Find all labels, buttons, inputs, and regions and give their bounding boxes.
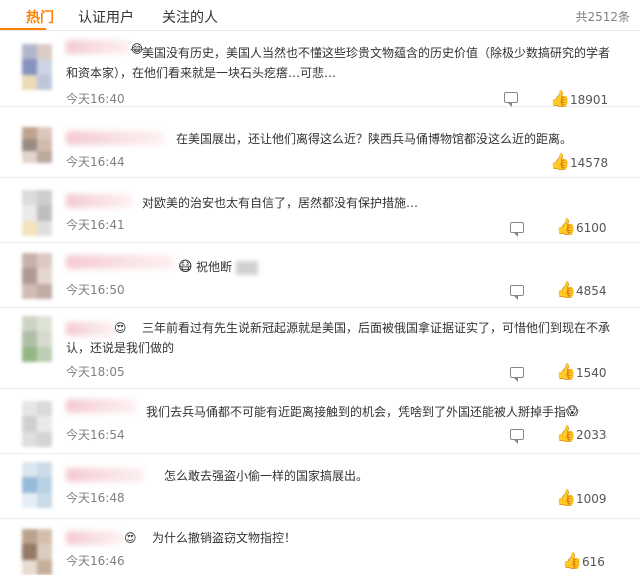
comment-time: 今天16:50 (66, 283, 125, 297)
emoji-icon: 😷 (178, 259, 193, 275)
avatar[interactable] (22, 127, 52, 163)
comment-tabs: 热门 认证用户 关注的人 共2512条 (0, 0, 640, 31)
comment-text: 对欧美的治安也太有自信了，居然都没有保护措施… (142, 196, 419, 210)
thumbs-up-icon[interactable]: 👍 (550, 91, 570, 107)
like-count: 1009 (576, 492, 607, 506)
username-redacted[interactable] (66, 194, 132, 208)
like-count: 14578 (570, 156, 609, 170)
comment-time: 今天16:41 (66, 218, 125, 232)
thumbs-up-icon[interactable]: 👍 (556, 282, 576, 298)
comment-text: 我们去兵马俑都不可能有近距离接触到的机会，凭啥到了外国还能被人掰掉手指 (146, 405, 567, 419)
avatar[interactable] (22, 253, 52, 299)
comment-item: 我们去兵马俑都不可能有近距离接触到的机会，凭啥到了外国还能被人掰掉手指 😱 今天… (0, 389, 640, 454)
redacted-text (236, 261, 258, 275)
tab-verified-users[interactable]: 认证用户 (78, 7, 134, 27)
like-count: 616 (582, 555, 605, 569)
thumbs-up-icon[interactable]: 👍 (562, 553, 582, 569)
comment-icon[interactable] (510, 222, 524, 237)
username-redacted[interactable] (66, 131, 164, 145)
comment-time: 今天16:44 (66, 155, 125, 169)
like-count: 18901 (570, 93, 609, 107)
comment-item: 怎么敢去强盗小偷一样的国家搞展出。 今天16:48 👍 1009 (0, 454, 640, 519)
comment-time: 今天16:40 (66, 92, 125, 106)
comment-time: 今天18:05 (66, 365, 125, 379)
avatar[interactable] (22, 462, 52, 508)
emoji-icon: 😱 (566, 404, 579, 418)
comment-item: 😍 为什么撤销盗窃文物指控！ 今天16:46 👍 616 (0, 519, 640, 575)
thumbs-up-icon[interactable]: 👍 (556, 219, 576, 235)
comment-text: 美国没有历史，美国人当然也不懂这些珍贵文物蕴含的历史价值（除极少数搞研究的学者和… (66, 46, 611, 80)
like-count: 2033 (576, 428, 607, 442)
username-redacted[interactable] (66, 255, 174, 269)
like-count: 4854 (576, 284, 607, 298)
avatar[interactable] (22, 529, 52, 575)
thumbs-up-icon[interactable]: 👍 (550, 154, 570, 170)
comment-item: 😂 美国没有历史，美国人当然也不懂这些珍贵文物蕴含的历史价值（除极少数搞研究的学… (0, 34, 640, 107)
comment-icon[interactable] (510, 285, 524, 300)
comment-time: 今天16:46 (66, 554, 125, 568)
comment-item: 在美国展出，还让他们离得这么近？陕西兵马俑博物馆都没这么近的距离。 今天16:4… (0, 107, 640, 178)
thumbs-up-icon[interactable]: 👍 (556, 364, 576, 380)
tab-followed[interactable]: 关注的人 (162, 7, 218, 27)
avatar[interactable] (22, 316, 52, 362)
thumbs-up-icon[interactable]: 👍 (556, 426, 576, 442)
comment-time: 今天16:48 (66, 491, 125, 505)
tab-active-indicator (0, 28, 46, 30)
avatar[interactable] (22, 401, 52, 447)
comment-text: 在美国展出，还让他们离得这么近？陕西兵马俑博物馆都没这么近的距离。 (176, 132, 573, 146)
like-count: 6100 (576, 221, 607, 235)
comment-item: 😍 三年前看过有先生说新冠起源就是美国，后面被俄国拿证据证实了，可惜他们到现在不… (0, 308, 640, 389)
comment-icon[interactable] (504, 92, 518, 107)
avatar[interactable] (22, 190, 52, 236)
username-redacted[interactable] (66, 531, 122, 545)
comment-item: 😷 祝他断 今天16:50 👍 4854 (0, 243, 640, 308)
tab-hot[interactable]: 热门 (26, 7, 54, 27)
comment-time: 今天16:54 (66, 428, 125, 442)
emoji-icon: 😍 (124, 531, 137, 545)
comment-item: 对欧美的治安也太有自信了，居然都没有保护措施… 今天16:41 👍 6100 (0, 178, 640, 243)
avatar[interactable] (22, 44, 52, 90)
comment-text: 三年前看过有先生说新冠起源就是美国，后面被俄国拿证据证实了，可惜他们到现在不承认… (66, 321, 611, 355)
thumbs-up-icon[interactable]: 👍 (556, 490, 576, 506)
comment-text: 怎么敢去强盗小偷一样的国家搞展出。 (164, 469, 369, 483)
comment-text: 为什么撤销盗窃文物指控！ (152, 531, 297, 545)
username-redacted[interactable] (66, 399, 136, 413)
comment-total-count: 共2512条 (575, 10, 630, 24)
comment-icon[interactable] (510, 429, 524, 444)
comment-icon[interactable] (510, 367, 524, 382)
username-redacted[interactable] (66, 468, 144, 482)
like-count: 1540 (576, 366, 607, 380)
